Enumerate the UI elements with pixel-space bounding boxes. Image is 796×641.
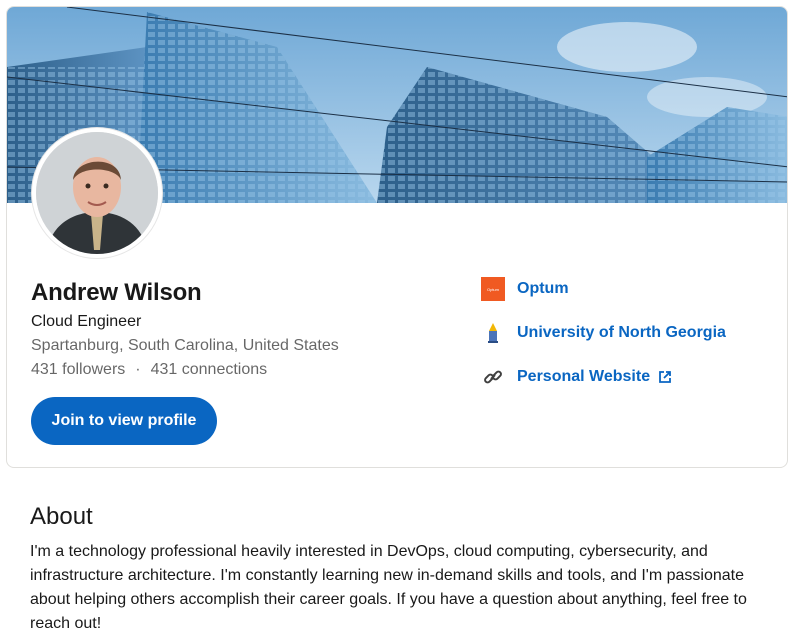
company-name[interactable]: Optum (517, 280, 569, 298)
university-name[interactable]: University of North Georgia (517, 324, 726, 342)
external-link-icon (658, 370, 672, 384)
profile-links: Optum Optum University of North Georgia (481, 277, 726, 409)
education-link[interactable]: University of North Georgia (481, 321, 726, 345)
profile-card: Andrew Wilson Cloud Engineer Spartanburg… (6, 6, 788, 468)
profile-location: Spartanburg, South Carolina, United Stat… (31, 337, 339, 354)
website-link[interactable]: Personal Website (481, 365, 726, 389)
about-heading: About (30, 503, 93, 530)
company-link[interactable]: Optum Optum (481, 277, 726, 301)
stats-separator: · (135, 361, 141, 378)
personal-website-label[interactable]: Personal Website (517, 368, 650, 386)
link-icon (481, 365, 505, 389)
connections-count: 431 connections (150, 361, 268, 378)
university-logo (481, 321, 505, 345)
followers-count: 431 followers (31, 361, 126, 378)
profile-avatar (32, 128, 162, 258)
join-to-view-profile-button[interactable]: Join to view profile (31, 397, 217, 445)
about-text: I'm a technology professional heavily in… (30, 543, 747, 632)
profile-headline: Cloud Engineer (31, 313, 142, 330)
profile-name: Andrew Wilson (31, 279, 202, 306)
profile-stats: 431 followers · 431 connections (31, 361, 267, 379)
optum-logo: Optum (481, 277, 505, 301)
